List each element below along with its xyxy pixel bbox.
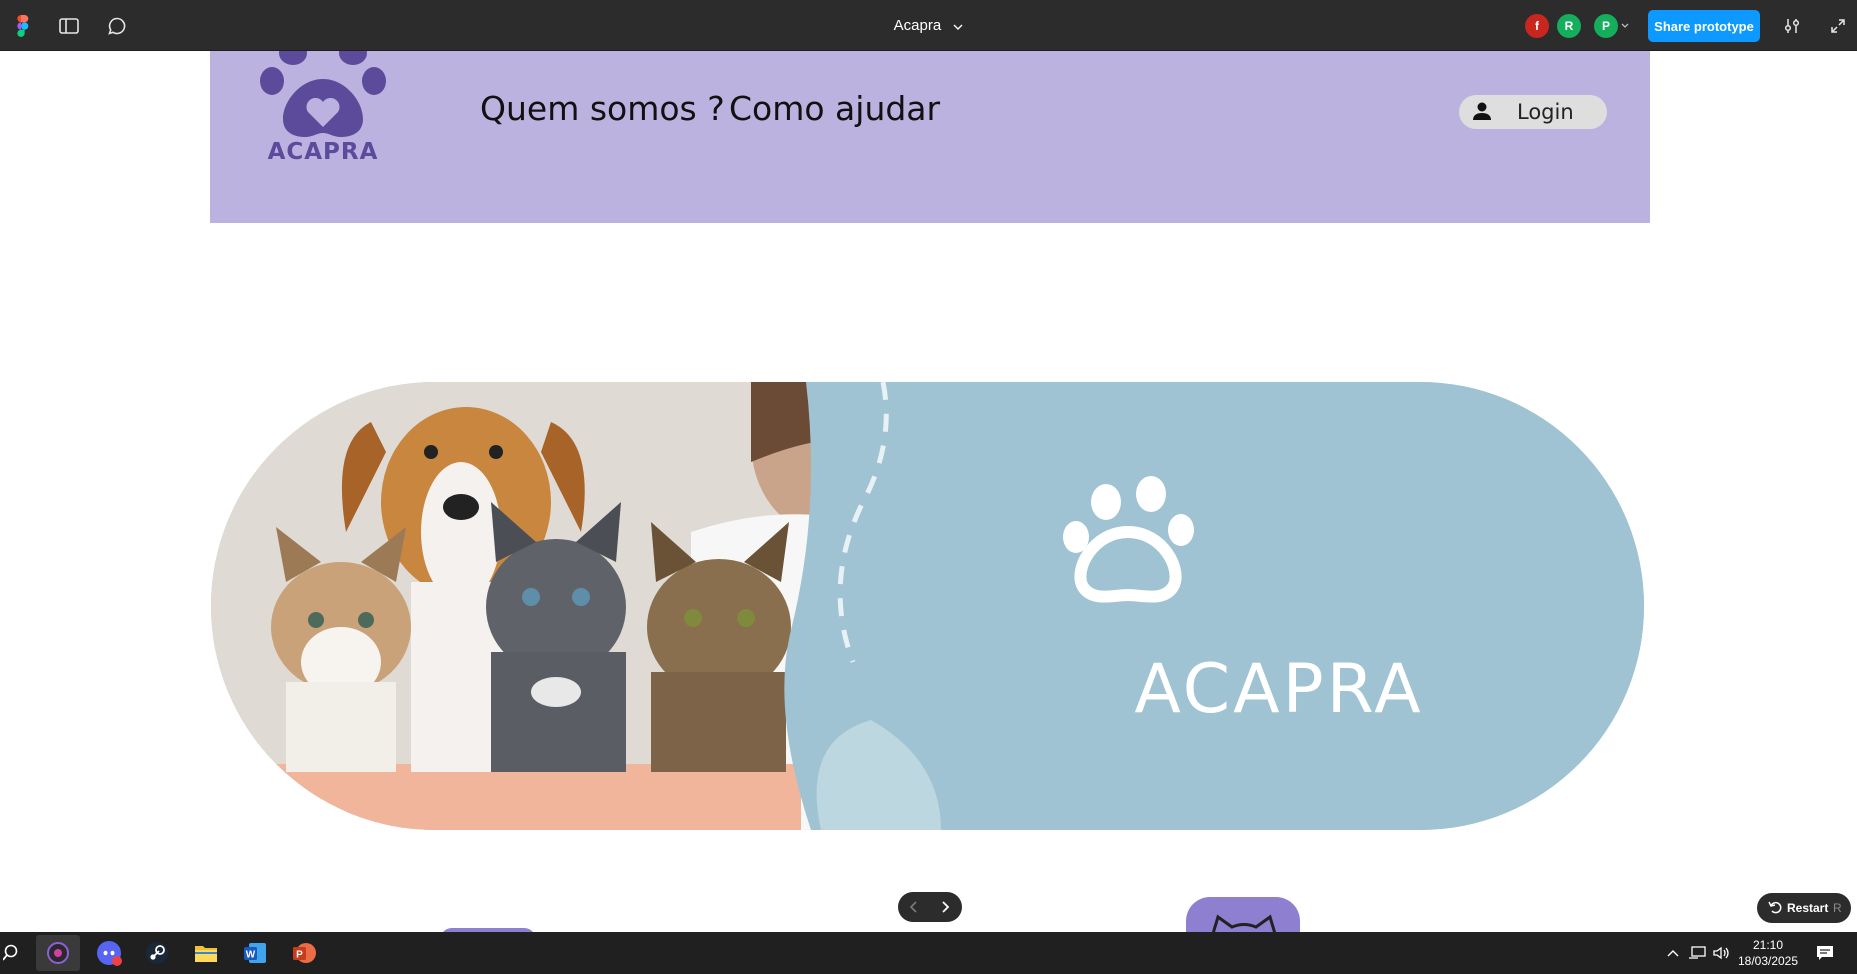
login-button[interactable]: Login (1459, 95, 1607, 129)
chevron-right-icon[interactable] (937, 899, 953, 915)
avatar[interactable]: f (1525, 14, 1549, 38)
word-icon[interactable]: W (233, 935, 277, 971)
site-header: ACAPRA Quem somos ? Como ajudar Login (210, 51, 1650, 223)
clock-date: 18/03/2025 (1737, 954, 1799, 968)
restart-label: Restart (1787, 901, 1829, 915)
network-icon[interactable] (1687, 943, 1707, 963)
svg-text:W: W (246, 950, 256, 961)
comment-icon[interactable] (105, 14, 129, 38)
avatar[interactable]: P (1594, 14, 1618, 38)
restart-button[interactable]: Restart R (1757, 893, 1851, 923)
restart-icon (1768, 900, 1783, 918)
figma-logo-icon[interactable] (9, 14, 33, 38)
paw-heart-icon (260, 51, 386, 137)
acapra-logo[interactable]: ACAPRA (258, 51, 388, 166)
powerpoint-icon[interactable]: P (282, 935, 326, 971)
svg-text:P: P (296, 950, 303, 961)
nav-quem-somos[interactable]: Quem somos ? (480, 89, 725, 128)
chevron-left-icon[interactable] (906, 899, 922, 915)
carousel-controls (898, 892, 962, 922)
windows-taskbar: W P 21:10 18/03/2025 (0, 932, 1857, 974)
discord-icon[interactable] (87, 935, 131, 971)
file-explorer-icon[interactable] (184, 935, 228, 971)
system-clock[interactable]: 21:10 18/03/2025 (1728, 937, 1808, 969)
document-title[interactable]: Acapra (894, 17, 942, 34)
hero-banner: ACAPRA (211, 382, 1644, 830)
tray-overflow-chevron-icon[interactable] (1663, 943, 1683, 963)
user-icon (1471, 100, 1493, 122)
cat-card-preview[interactable] (1186, 897, 1300, 932)
nav-como-ajudar[interactable]: Como ajudar (729, 89, 940, 128)
login-label: Login (1517, 100, 1574, 124)
figma-toolbar: Acapra f R P Share prototype (0, 0, 1857, 51)
settings-sliders-icon[interactable] (1780, 14, 1804, 38)
collaborators-chevron-icon[interactable] (1619, 14, 1631, 38)
sidebar-toggle-icon[interactable] (57, 14, 81, 38)
obs-icon[interactable] (36, 935, 80, 971)
notification-icon[interactable] (1815, 943, 1835, 963)
cat-icon (1211, 914, 1277, 932)
clock-time: 21:10 (1752, 938, 1784, 952)
banner-brand-text: ACAPRA (1134, 650, 1424, 729)
search-icon[interactable] (0, 935, 24, 971)
logo-text: ACAPRA (267, 139, 379, 165)
steam-icon[interactable] (135, 935, 179, 971)
hero-banner-image (211, 382, 1644, 830)
avatar[interactable]: R (1557, 14, 1581, 38)
restart-shortcut: R (1833, 901, 1842, 915)
prototype-canvas: ACAPRA Quem somos ? Como ajudar Login AC… (0, 51, 1857, 932)
fullscreen-icon[interactable] (1826, 14, 1850, 38)
chevron-down-icon[interactable] (953, 18, 963, 35)
share-prototype-button[interactable]: Share prototype (1648, 10, 1760, 42)
